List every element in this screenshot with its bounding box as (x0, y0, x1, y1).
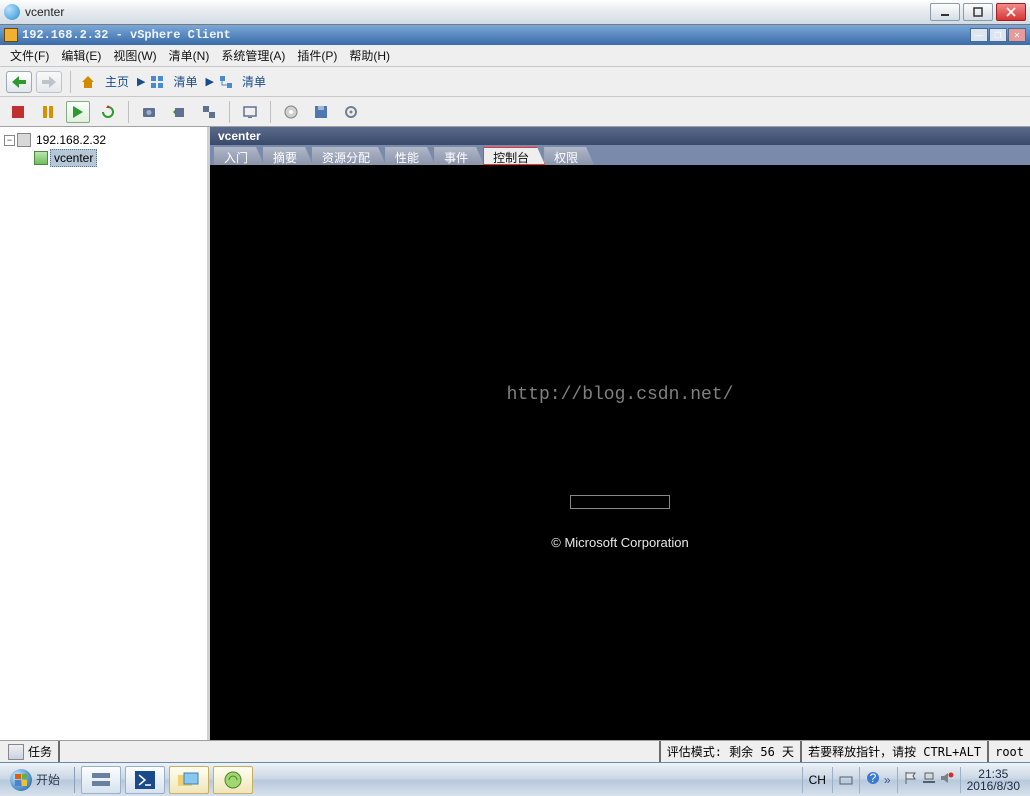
breadcrumb-inventory-2[interactable]: 清单 (238, 73, 270, 90)
svg-text:?: ? (870, 771, 877, 785)
settings-button[interactable] (339, 101, 363, 123)
inner-window-title: 192.168.2.32 - vSphere Client (22, 28, 970, 42)
snapshot-button[interactable] (137, 101, 161, 123)
menu-view[interactable]: 视图(W) (109, 45, 160, 66)
chevron-right-icon: ▶ (137, 75, 145, 88)
menu-admin[interactable]: 系统管理(A) (217, 45, 289, 66)
taskbar-explorer-button[interactable] (169, 766, 209, 794)
stop-button[interactable] (6, 101, 30, 123)
floppy-connect-button[interactable] (309, 101, 333, 123)
tree-collapse-icon[interactable]: − (4, 135, 15, 146)
menu-plugins[interactable]: 插件(P) (293, 45, 341, 66)
navigation-toolbar: 主页 ▶ 清单 ▶ 清单 (0, 67, 1030, 97)
outer-maximize-button[interactable] (963, 3, 993, 21)
revert-snapshot-button[interactable] (167, 101, 191, 123)
logged-in-user: root (987, 741, 1030, 762)
menu-inventory[interactable]: 清单(N) (165, 45, 214, 66)
windows-logo-icon (10, 769, 32, 791)
nav-back-button[interactable] (6, 71, 32, 93)
tab-events[interactable]: 事件 (434, 147, 484, 165)
tree-vm-label: vcenter (50, 149, 97, 167)
cd-connect-button[interactable] (279, 101, 303, 123)
tray-clock[interactable]: 21:35 2016/8/30 (960, 767, 1026, 793)
tab-permissions[interactable]: 权限 (544, 147, 594, 165)
nav-forward-button[interactable] (36, 71, 62, 93)
outer-window-titlebar: vcenter (0, 0, 1030, 25)
content-header: vcenter (210, 127, 1030, 145)
breadcrumb-inventory-1[interactable]: 清单 (169, 73, 201, 90)
vsphere-globe-icon (4, 4, 20, 20)
tree-host-label: 192.168.2.32 (33, 132, 109, 148)
windows-taskbar: 开始 CH ? » 21:35 2016/8/30 (0, 762, 1030, 796)
start-label: 开始 (36, 771, 60, 788)
clock-time: 21:35 (967, 768, 1020, 780)
vm-icon (34, 151, 48, 165)
inner-close-button[interactable]: ✕ (1008, 28, 1026, 42)
host-icon (17, 133, 31, 147)
start-button[interactable]: 开始 (0, 763, 70, 796)
vm-console-view[interactable]: http://blog.csdn.net/ © Microsoft Corpor… (210, 165, 1030, 740)
taskbar-powershell-button[interactable] (125, 766, 165, 794)
tasks-icon[interactable] (8, 744, 24, 760)
menu-help[interactable]: 帮助(H) (345, 45, 394, 66)
tray-chevron-icon[interactable]: » (884, 773, 891, 787)
inventory-icon (149, 74, 165, 90)
toolbar-separator (70, 71, 71, 93)
tab-performance[interactable]: 性能 (385, 147, 435, 165)
tab-strip: 入门 摘要 资源分配 性能 事件 控制台 权限 (210, 145, 1030, 165)
watermark-text: http://blog.csdn.net/ (507, 385, 734, 405)
tray-network-icon[interactable] (922, 771, 936, 788)
inventory-tree-pane: − 192.168.2.32 vcenter (0, 127, 210, 740)
inner-restore-button[interactable]: ❐ (989, 28, 1007, 42)
tree-vm-row[interactable]: vcenter (4, 149, 203, 167)
app-status-bar: 任务 评估模式: 剩余 56 天 若要释放指针，请按 CTRL+ALT root (0, 740, 1030, 762)
outer-window-title: vcenter (25, 5, 930, 19)
tab-getting-started[interactable]: 入门 (214, 147, 264, 165)
console-button[interactable] (238, 101, 262, 123)
toolbar-separator (270, 101, 271, 123)
language-indicator[interactable]: CH (802, 767, 832, 793)
release-pointer-hint: 若要释放指针，请按 CTRL+ALT (800, 741, 987, 762)
copyright-text: © Microsoft Corporation (551, 535, 688, 550)
snapshot-manager-button[interactable] (197, 101, 221, 123)
action-toolbar (0, 97, 1030, 127)
tab-summary[interactable]: 摘要 (263, 147, 313, 165)
tray-help-icon[interactable]: ? (866, 771, 880, 788)
taskbar-vsphere-button[interactable] (213, 766, 253, 794)
inner-minimize-button[interactable]: — (970, 28, 988, 42)
taskbar-separator (74, 767, 75, 793)
inventory-tree-icon (218, 74, 234, 90)
clock-date: 2016/8/30 (967, 780, 1020, 792)
vsphere-client-icon (4, 28, 18, 42)
menu-edit[interactable]: 编辑(E) (57, 45, 105, 66)
outer-minimize-button[interactable] (930, 3, 960, 21)
tasks-list-area (58, 741, 659, 762)
evaluation-mode-label: 评估模式: 剩余 56 天 (659, 741, 800, 762)
reset-button[interactable] (96, 101, 120, 123)
pause-button[interactable] (36, 101, 60, 123)
menu-file[interactable]: 文件(F) (6, 45, 53, 66)
home-icon[interactable] (79, 73, 97, 91)
inner-window-titlebar: 192.168.2.32 - vSphere Client — ❐ ✕ (0, 25, 1030, 45)
breadcrumb-home[interactable]: 主页 (101, 73, 133, 90)
boot-progress-bar (570, 495, 670, 509)
tasks-label[interactable]: 任务 (28, 743, 58, 760)
taskbar-server-manager-button[interactable] (81, 766, 121, 794)
tree-host-row[interactable]: − 192.168.2.32 (4, 131, 203, 149)
tab-console[interactable]: 控制台 (483, 147, 545, 165)
play-button[interactable] (66, 101, 90, 123)
outer-close-button[interactable] (996, 3, 1026, 21)
tray-flag-icon[interactable] (904, 771, 918, 788)
content-pane: vcenter 入门 摘要 资源分配 性能 事件 控制台 权限 http://b… (210, 127, 1030, 740)
toolbar-separator (229, 101, 230, 123)
menu-bar: 文件(F) 编辑(E) 视图(W) 清单(N) 系统管理(A) 插件(P) 帮助… (0, 45, 1030, 67)
system-tray: CH ? » 21:35 2016/8/30 (802, 763, 1030, 796)
tray-keyboard-icon[interactable] (832, 767, 859, 793)
tab-resource-allocation[interactable]: 资源分配 (312, 147, 386, 165)
tray-volume-icon[interactable] (940, 771, 954, 788)
toolbar-separator (128, 101, 129, 123)
chevron-right-icon: ▶ (206, 75, 214, 88)
